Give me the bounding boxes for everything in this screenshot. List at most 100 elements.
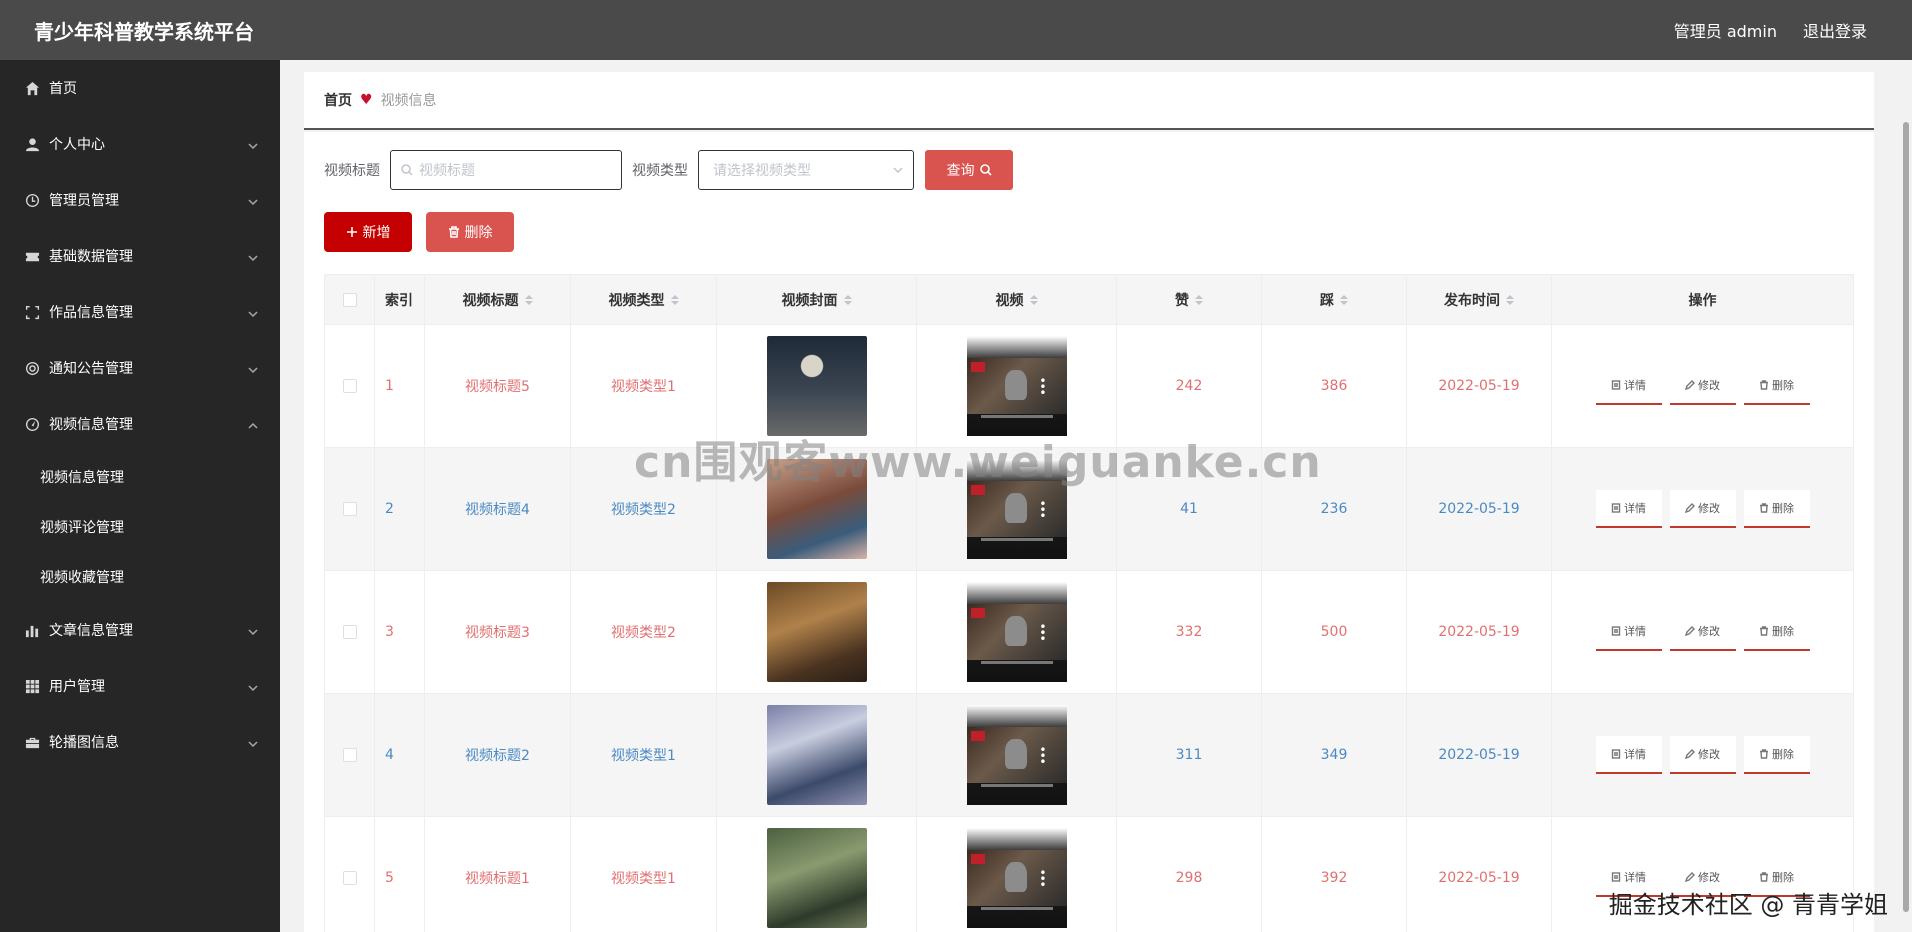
- video-progress-bar: [980, 661, 1053, 664]
- col-dislike-header[interactable]: 踩: [1262, 275, 1407, 324]
- row-delete-button-label: 删除: [1772, 748, 1794, 761]
- sidebar-item-admin[interactable]: 管理员管理: [0, 172, 280, 228]
- type-select[interactable]: 请选择视频类型: [698, 150, 914, 190]
- submenu-video-comment[interactable]: 视频评论管理: [0, 502, 280, 552]
- detail-button[interactable]: 详情: [1595, 613, 1662, 651]
- detail-button-label: 详情: [1624, 871, 1646, 884]
- add-button[interactable]: 新增: [324, 212, 412, 252]
- row-index: 2: [385, 501, 394, 517]
- sidebar-item-basic-data[interactable]: 基础数据管理: [0, 228, 280, 284]
- scrollbar-thumb[interactable]: [1903, 122, 1909, 912]
- row-delete-button[interactable]: 删除: [1743, 367, 1810, 405]
- edit-button[interactable]: 修改: [1669, 613, 1736, 651]
- row-dislike: 500: [1320, 624, 1348, 640]
- trash-icon: [1760, 872, 1768, 882]
- sidebar-item-profile[interactable]: 个人中心: [0, 116, 280, 172]
- row-date: 2022-05-19: [1438, 870, 1520, 886]
- submenu-video-favorite[interactable]: 视频收藏管理: [0, 552, 280, 602]
- detail-button[interactable]: 详情: [1595, 736, 1662, 774]
- delete-button[interactable]: 删除: [426, 212, 514, 252]
- video-progress-bar: [980, 784, 1053, 787]
- sidebar-item-label: 视频信息管理: [49, 417, 133, 433]
- sidebar-item-article[interactable]: 文章信息管理: [0, 602, 280, 658]
- detail-button[interactable]: 详情: [1595, 490, 1662, 528]
- edit-button[interactable]: 修改: [1669, 367, 1736, 405]
- row-delete-button[interactable]: 删除: [1743, 490, 1810, 528]
- app-title: 青少年科普教学系统平台: [34, 19, 254, 44]
- action-bar: 新增 删除: [324, 212, 514, 252]
- clock-icon: [24, 192, 40, 208]
- row-delete-button-label: 删除: [1772, 379, 1794, 392]
- row-date: 2022-05-19: [1438, 378, 1520, 394]
- edit-button-label: 修改: [1698, 748, 1720, 761]
- video-cover-image[interactable]: [766, 828, 867, 928]
- edit-button-label: 修改: [1698, 871, 1720, 884]
- bar-chart-icon: [24, 622, 40, 638]
- row-checkbox[interactable]: [342, 871, 357, 885]
- detail-button[interactable]: 详情: [1595, 367, 1662, 405]
- breadcrumb: 首页 ♥ 视频信息: [304, 72, 1874, 130]
- select-all-checkbox[interactable]: [342, 292, 357, 307]
- edit-button-label: 修改: [1698, 379, 1720, 392]
- sidebar: 首页 个人中心 管理员管理 基础数据管理 作品信息管理 通知公告管理 视频信息管…: [0, 60, 280, 932]
- col-title-header[interactable]: 视频标题: [425, 275, 571, 324]
- edit-button[interactable]: 修改: [1669, 490, 1736, 528]
- col-cover-header[interactable]: 视频封面: [717, 275, 917, 324]
- edit-button[interactable]: 修改: [1669, 736, 1736, 774]
- search-bar: 视频标题 视频标题 视频类型 请选择视频类型 查询: [324, 150, 1013, 190]
- title-search-label: 视频标题: [324, 163, 380, 179]
- row-like: 311: [1175, 747, 1203, 763]
- row-delete-button[interactable]: 删除: [1743, 736, 1810, 774]
- sidebar-item-label: 文章信息管理: [49, 623, 133, 639]
- col-type-header[interactable]: 视频类型: [571, 275, 717, 324]
- edit-icon: [1685, 626, 1695, 636]
- row-like: 41: [1180, 501, 1198, 517]
- sidebar-item-carousel[interactable]: 轮播图信息: [0, 714, 280, 770]
- video-table: 索引 视频标题 视频类型 视频封面 视频 赞 踩 发布时间 操作 1 视频标题5…: [324, 274, 1854, 932]
- sidebar-item-users[interactable]: 用户管理: [0, 658, 280, 714]
- edit-icon: [1685, 380, 1695, 390]
- table-header: 索引 视频标题 视频类型 视频封面 视频 赞 踩 发布时间 操作: [325, 275, 1853, 325]
- edit-icon: [1685, 872, 1695, 882]
- sidebar-item-video[interactable]: 视频信息管理: [0, 396, 280, 452]
- query-button[interactable]: 查询: [925, 150, 1013, 190]
- sort-icon: [1029, 294, 1038, 305]
- chevron-down-icon: [248, 737, 258, 748]
- trash-icon: [1760, 626, 1768, 636]
- current-user[interactable]: 管理员 admin: [1674, 18, 1777, 42]
- col-video-header[interactable]: 视频: [917, 275, 1117, 324]
- scrollbar[interactable]: [1902, 122, 1910, 912]
- sort-icon: [524, 294, 533, 305]
- row-title: 视频标题3: [465, 625, 530, 641]
- edit-icon: [1685, 749, 1695, 759]
- logout-link[interactable]: 退出登录: [1803, 18, 1867, 42]
- submenu-video-info[interactable]: 视频信息管理: [0, 452, 280, 502]
- row-delete-button[interactable]: 删除: [1743, 613, 1810, 651]
- gauge-icon: [24, 416, 40, 432]
- col-date-header[interactable]: 发布时间: [1407, 275, 1552, 324]
- sort-icon: [843, 294, 852, 305]
- video-player-thumbnail[interactable]: • • •: [966, 828, 1067, 928]
- sidebar-item-works[interactable]: 作品信息管理: [0, 284, 280, 340]
- video-player-thumbnail[interactable]: • • •: [966, 582, 1067, 682]
- video-player-thumbnail[interactable]: • • •: [966, 705, 1067, 805]
- add-button-label: 新增: [362, 225, 391, 241]
- row-checkbox[interactable]: [342, 502, 357, 516]
- sidebar-item-home[interactable]: 首页: [0, 60, 280, 116]
- breadcrumb-home[interactable]: 首页: [324, 90, 352, 110]
- row-checkbox[interactable]: [342, 625, 357, 639]
- video-cover-image[interactable]: [766, 705, 867, 805]
- video-player-thumbnail[interactable]: • • •: [966, 336, 1067, 436]
- row-title: 视频标题2: [465, 748, 530, 764]
- row-checkbox[interactable]: [342, 379, 357, 393]
- video-cover-image[interactable]: [766, 582, 867, 682]
- row-checkbox[interactable]: [342, 748, 357, 762]
- title-search-input[interactable]: 视频标题: [390, 150, 622, 190]
- video-cover-image[interactable]: [766, 336, 867, 436]
- col-like-header[interactable]: 赞: [1117, 275, 1262, 324]
- video-progress-bar: [980, 907, 1053, 910]
- top-header: 青少年科普教学系统平台 管理员 admin 退出登录: [0, 0, 1912, 60]
- sidebar-item-label: 作品信息管理: [49, 305, 133, 321]
- chevron-down-icon: [248, 307, 258, 318]
- sidebar-item-notice[interactable]: 通知公告管理: [0, 340, 280, 396]
